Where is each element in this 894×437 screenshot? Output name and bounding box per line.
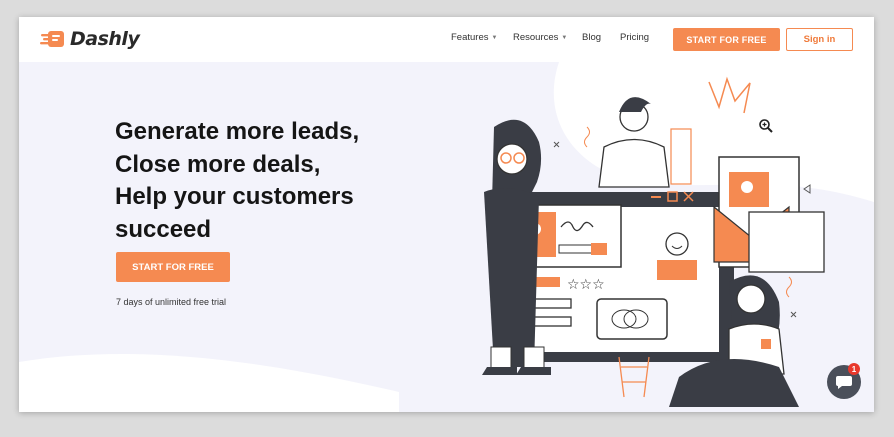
site-header: Dashly Features ▼ Resources ▼ Blog Prici… (19, 17, 874, 62)
nav-item-resources-label: Resources (513, 32, 559, 43)
headline-line-1: Generate more leads, (115, 118, 360, 145)
chat-icon (836, 376, 852, 389)
nav-item-pricing-label: Pricing (620, 32, 650, 43)
nav-item-features[interactable]: Features ▼ (451, 32, 497, 43)
logo[interactable]: Dashly (40, 28, 140, 50)
nav-item-resources[interactable]: Resources ▼ (513, 32, 567, 43)
headline-line-4: succeed (115, 215, 212, 243)
chevron-down-icon: ▼ (491, 34, 498, 41)
chat-unread-badge: 1 (848, 363, 860, 375)
hero-headline: Generate more leads, Close more deals, H… (115, 116, 435, 246)
svg-text:☆☆☆: ☆☆☆ (567, 277, 605, 293)
page-card: Dashly Features ▼ Resources ▼ Blog Prici… (19, 17, 874, 412)
nav-item-blog[interactable]: Blog (582, 32, 601, 43)
nav-item-blog-label: Blog (582, 32, 602, 43)
dashly-logo-icon (40, 31, 64, 47)
brand-name: Dashly (70, 28, 140, 50)
trial-note: 7 days of unlimited free trial (116, 297, 227, 307)
headline-line-3: Help your customers (115, 183, 354, 210)
zoom-in-icon[interactable] (758, 118, 774, 134)
nav-item-pricing[interactable]: Pricing (620, 32, 649, 43)
hero-illustration: ☆☆☆ (482, 76, 825, 407)
hero-start-free-button[interactable]: START FOR FREE (116, 252, 230, 282)
sign-in-button[interactable]: Sign in (786, 28, 853, 51)
nav-item-features-label: Features (451, 32, 489, 43)
headline-line-2: Close more deals, (115, 150, 321, 178)
header-start-free-button[interactable]: START FOR FREE (673, 28, 780, 51)
chevron-down-icon: ▼ (561, 34, 568, 41)
